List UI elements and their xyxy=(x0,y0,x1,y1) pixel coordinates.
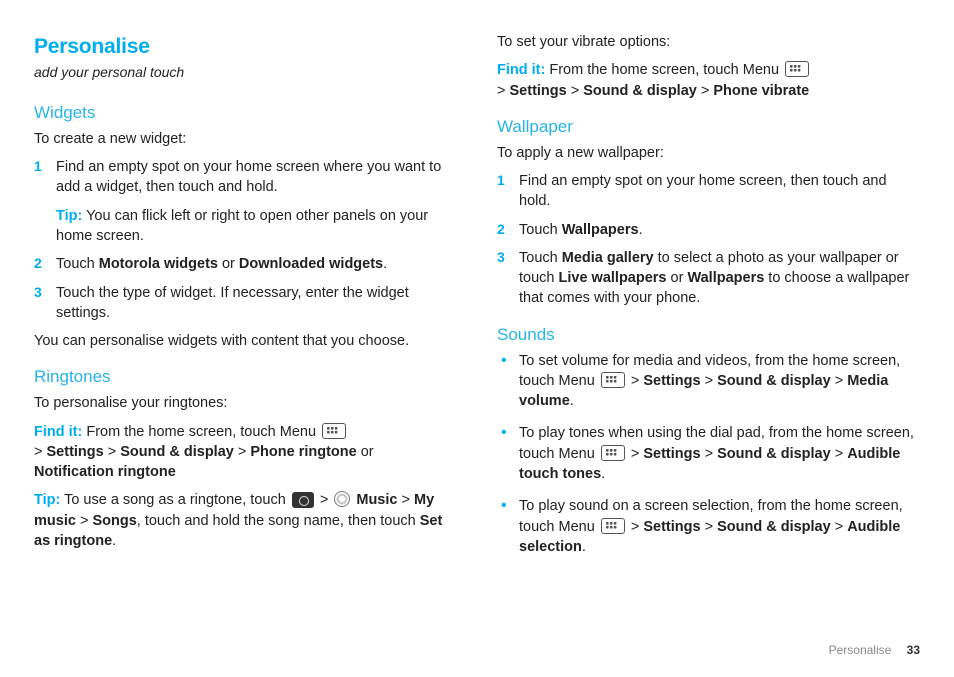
tip-text: You can flick left or right to open othe… xyxy=(56,208,428,244)
wallpaper-intro: To apply a new wallpaper: xyxy=(497,143,920,163)
step-number: 3 xyxy=(497,248,505,268)
vibrate-intro: To set your vibrate options: xyxy=(497,32,920,52)
tip-label: Tip: xyxy=(56,208,82,224)
menu-icon xyxy=(785,61,809,77)
sounds-item-3: To play sound on a screen selection, fro… xyxy=(497,496,920,557)
widgets-intro: To create a new widget: xyxy=(34,129,457,149)
ringtones-intro: To personalise your ringtones: xyxy=(34,393,457,413)
step-text: Find an empty spot on your home screen, … xyxy=(519,173,887,209)
wallpaper-steps: 1 Find an empty spot on your home screen… xyxy=(497,171,920,309)
step-number: 2 xyxy=(497,220,505,240)
wallpaper-step-2: 2 Touch Wallpapers. xyxy=(497,220,920,240)
step-text: Touch Wallpapers. xyxy=(519,222,643,238)
step-number: 2 xyxy=(34,254,42,274)
menu-icon xyxy=(601,445,625,461)
step-number: 1 xyxy=(34,157,42,177)
sounds-heading: Sounds xyxy=(497,323,920,347)
menu-icon xyxy=(601,518,625,534)
step-number: 1 xyxy=(497,171,505,191)
page-title: Personalise xyxy=(34,32,457,61)
step-text: Touch the type of widget. If necessary, … xyxy=(56,285,409,321)
widgets-step-1: 1 Find an empty spot on your home screen… xyxy=(34,157,457,246)
widgets-step-3: 3 Touch the type of widget. If necessary… xyxy=(34,283,457,324)
vibrate-findit: Find it: From the home screen, touch Men… xyxy=(497,60,920,101)
widgets-tip: Tip: You can flick left or right to open… xyxy=(56,206,457,247)
ringtones-tip: Tip: To use a song as a ringtone, touch … xyxy=(34,490,457,551)
widgets-steps: 1 Find an empty spot on your home screen… xyxy=(34,157,457,323)
findit-label: Find it: xyxy=(497,62,545,78)
ringtones-heading: Ringtones xyxy=(34,365,457,389)
findit-label: Find it: xyxy=(34,424,82,440)
camera-icon xyxy=(292,492,314,508)
page-subtitle: add your personal touch xyxy=(34,63,457,83)
ringtones-findit: Find it: From the home screen, touch Men… xyxy=(34,422,457,483)
footer-section: Personalise xyxy=(829,643,892,657)
disc-icon xyxy=(334,491,350,507)
wallpaper-step-1: 1 Find an empty spot on your home screen… xyxy=(497,171,920,212)
step-text: Find an empty spot on your home screen w… xyxy=(56,159,441,195)
left-column: Personalise add your personal touch Widg… xyxy=(34,32,457,637)
step-number: 3 xyxy=(34,283,42,303)
menu-icon xyxy=(322,423,346,439)
wallpaper-heading: Wallpaper xyxy=(497,115,920,139)
two-column-layout: Personalise add your personal touch Widg… xyxy=(34,32,920,637)
document-page: Personalise add your personal touch Widg… xyxy=(0,0,954,677)
right-column: To set your vibrate options: Find it: Fr… xyxy=(497,32,920,637)
step-text: Touch Motorola widgets or Downloaded wid… xyxy=(56,256,387,272)
page-footer: Personalise 33 xyxy=(34,637,920,657)
sounds-list: To set volume for media and videos, from… xyxy=(497,351,920,558)
widgets-step-2: 2 Touch Motorola widgets or Downloaded w… xyxy=(34,254,457,274)
tip-label: Tip: xyxy=(34,492,60,508)
sounds-item-1: To set volume for media and videos, from… xyxy=(497,351,920,412)
footer-page-number: 33 xyxy=(907,643,920,657)
sounds-item-2: To play tones when using the dial pad, f… xyxy=(497,423,920,484)
widgets-outro: You can personalise widgets with content… xyxy=(34,331,457,351)
menu-icon xyxy=(601,372,625,388)
step-text: Touch Media gallery to select a photo as… xyxy=(519,250,909,307)
wallpaper-step-3: 3 Touch Media gallery to select a photo … xyxy=(497,248,920,309)
widgets-heading: Widgets xyxy=(34,101,457,125)
